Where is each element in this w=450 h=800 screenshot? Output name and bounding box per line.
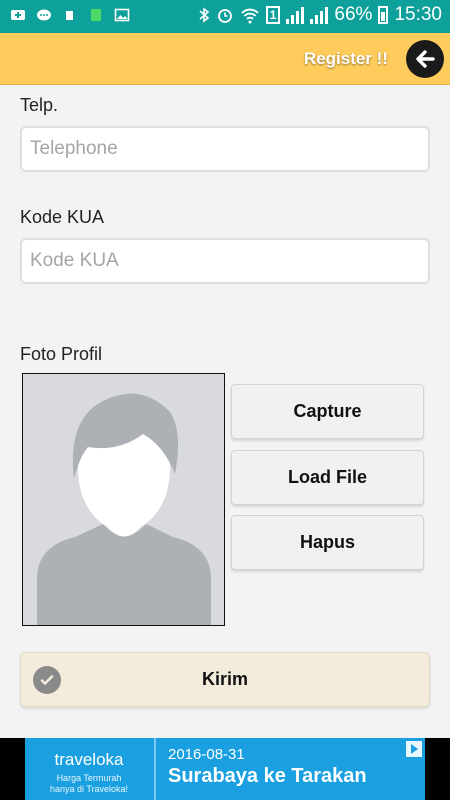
ad-logo: traveloka Harga Termurah hanya di Travel…	[25, 738, 153, 800]
sim-indicator: 1	[265, 6, 281, 24]
arrow-left-icon	[416, 50, 435, 68]
telephone-input[interactable]	[20, 126, 430, 172]
kode-kua-input[interactable]	[20, 238, 430, 284]
check-circle-icon	[33, 666, 61, 694]
telp-label: Telp.	[20, 95, 59, 115]
kode-kua-label: Kode KUA	[20, 207, 105, 227]
ad-content[interactable]: traveloka Harga Termurah hanya di Travel…	[25, 738, 425, 800]
avatar-silhouette-icon	[37, 393, 211, 625]
kirim-label: Kirim	[201, 669, 248, 689]
image-icon	[114, 8, 130, 22]
hapus-button[interactable]: Hapus	[231, 515, 424, 570]
back-button[interactable]	[406, 40, 444, 78]
profile-photo-placeholder	[22, 373, 225, 626]
foto-profil-label: Foto Profil	[20, 344, 103, 364]
status-bar: 1 66% 15:30	[0, 0, 450, 33]
bluetooth-icon	[199, 7, 210, 23]
signal-icon	[286, 6, 305, 24]
system-icons: 1 66% 15:30	[198, 4, 442, 26]
clock: 15:30	[394, 4, 442, 25]
app-header: Register !!	[0, 33, 450, 85]
book-icon	[91, 9, 101, 21]
load-file-button[interactable]: Load File	[231, 450, 424, 505]
capture-button[interactable]: Capture	[231, 384, 424, 439]
ad-tagline-1: Harga Termurah	[56, 773, 122, 783]
app-icon	[66, 11, 73, 20]
notification-icons	[10, 7, 130, 23]
chat-icon	[37, 9, 51, 21]
ad-choices-icon[interactable]	[406, 741, 422, 757]
ad-brand: traveloka	[54, 750, 124, 769]
ad-banner[interactable]: traveloka Harga Termurah hanya di Travel…	[0, 738, 450, 800]
kirim-button[interactable]: Kirim	[20, 652, 430, 707]
signal-icon-2	[310, 6, 329, 24]
battery-percent: 66%	[334, 4, 373, 25]
ad-date: 2016-08-31	[168, 746, 245, 763]
ad-tagline-2: hanya di Traveloka!	[49, 784, 129, 794]
ad-route: Surabaya ke Tarakan	[168, 765, 367, 787]
battery-icon	[378, 6, 389, 24]
wifi-icon	[241, 8, 259, 24]
page-title: Register !!	[303, 49, 388, 68]
ad-divider	[154, 738, 156, 800]
alarm-icon	[217, 9, 232, 23]
add-notification-icon	[11, 10, 25, 20]
